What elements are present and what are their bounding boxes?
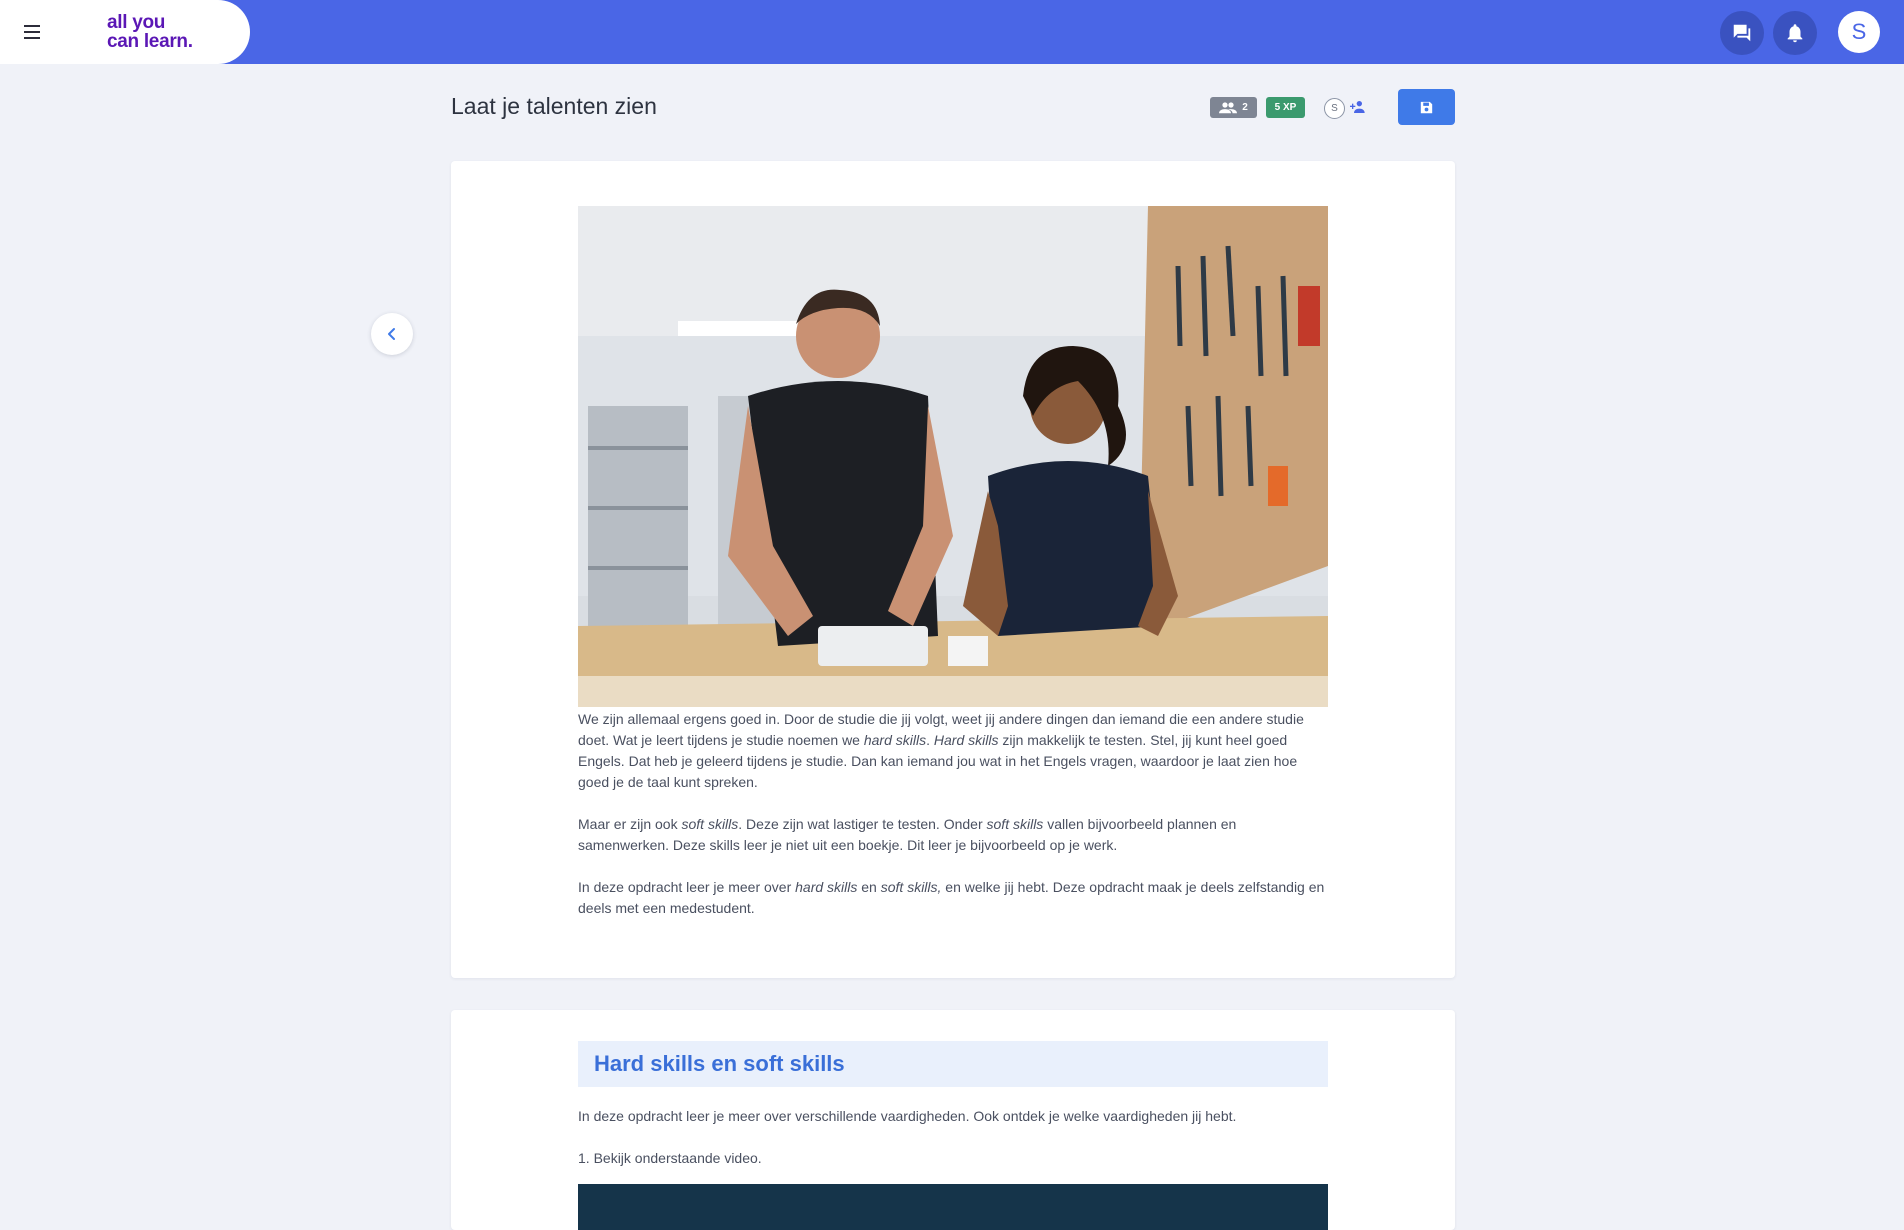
bell-icon <box>1787 24 1803 43</box>
hero-image <box>578 206 1328 707</box>
intro-paragraph-1: We zijn allemaal ergens goed in. Door de… <box>578 709 1328 793</box>
save-button[interactable] <box>1398 89 1455 125</box>
user-avatar[interactable]: S <box>1838 11 1880 53</box>
logo-line2: can learn. <box>107 31 193 52</box>
xp-badge: 5 XP <box>1266 97 1305 118</box>
intro-p3-a: In deze opdracht leer je meer over <box>578 879 796 895</box>
members-count: 2 <box>1242 102 1248 113</box>
intro-p1-b: . <box>926 732 934 748</box>
logo-area: all you can learn. <box>0 0 250 64</box>
previous-button[interactable] <box>371 313 413 355</box>
intro-paragraph-2: Maar er zijn ook soft skills. Deze zijn … <box>578 814 1328 856</box>
group-icon <box>1219 101 1238 113</box>
intro-p2-em2: soft skills <box>986 816 1044 832</box>
chat-button[interactable] <box>1720 11 1764 55</box>
assignment-card: Hard skills en soft skills In deze opdra… <box>451 1010 1455 1230</box>
page-title: Laat je talenten zien <box>451 93 657 119</box>
step-1-text: 1. Bekijk onderstaande video. <box>578 1150 762 1166</box>
section-intro-text: In deze opdracht leer je meer over versc… <box>578 1108 1237 1124</box>
intro-p1-em1: hard skills <box>863 732 927 748</box>
intro-paragraph-3: In deze opdracht leer je meer over hard … <box>578 877 1328 919</box>
floppy-disk-icon <box>1420 101 1433 113</box>
intro-card: We zijn allemaal ergens goed in. Door de… <box>451 161 1455 978</box>
video-player[interactable] <box>578 1184 1328 1230</box>
top-navbar: all you can learn. S <box>0 0 1904 64</box>
participant-avatar[interactable]: S <box>1324 98 1345 119</box>
logo-line1: all you <box>107 12 166 33</box>
intro-p3-b: en <box>857 879 881 895</box>
members-badge: 2 <box>1210 97 1257 118</box>
logo[interactable]: all you can learn. <box>107 13 193 51</box>
add-participant-button[interactable] <box>1350 100 1366 114</box>
intro-p2-b: . Deze zijn wat lastiger te testen. Onde… <box>738 816 987 832</box>
intro-p2-a: Maar er zijn ook <box>578 816 682 832</box>
intro-p3-em2: soft skills, <box>880 879 942 895</box>
menu-icon[interactable] <box>20 20 44 44</box>
intro-p3-em1: hard skills <box>795 879 858 895</box>
chevron-left-icon <box>388 328 395 340</box>
add-person-icon <box>1350 101 1365 113</box>
section-heading: Hard skills en soft skills <box>578 1041 1328 1087</box>
chat-icon <box>1733 24 1751 42</box>
notifications-button[interactable] <box>1773 11 1817 55</box>
intro-p2-em1: soft skills <box>681 816 739 832</box>
workshop-photo <box>578 206 1328 707</box>
intro-p1-em2: Hard skills <box>933 732 999 748</box>
